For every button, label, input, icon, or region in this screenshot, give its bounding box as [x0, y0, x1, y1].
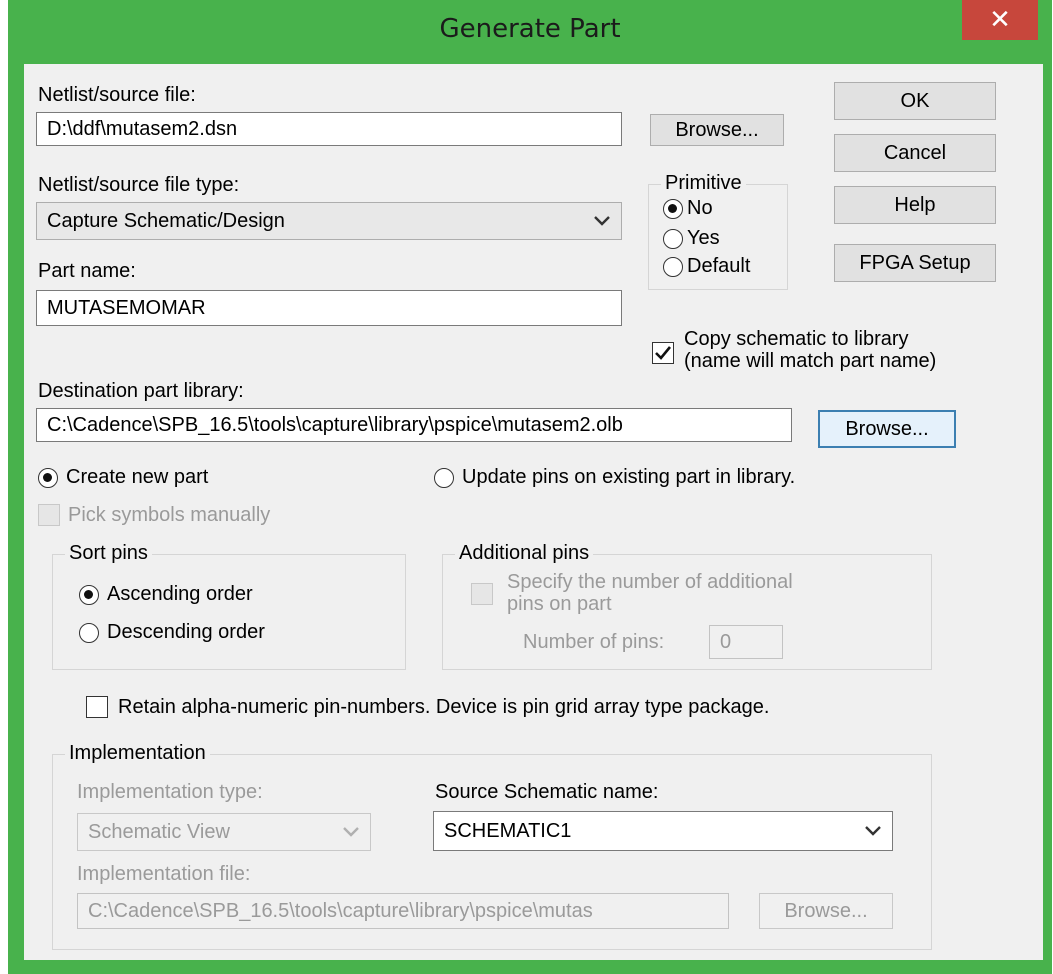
implementation-type-select[interactable]: Schematic View	[77, 813, 371, 851]
implementation-file-label: Implementation file:	[77, 863, 251, 885]
source-schematic-label: Source Schematic name:	[435, 781, 659, 803]
specify-pins-label: Specify the number of additional pins on…	[507, 571, 793, 615]
additional-pins-group: Additional pins Specify the number of ad…	[442, 542, 932, 670]
create-new-part-label: Create new part	[66, 466, 209, 488]
sort-pins-title: Sort pins	[65, 542, 152, 565]
primitive-no-label: No	[687, 197, 713, 219]
primitive-default-radio[interactable]	[663, 257, 683, 277]
implementation-file-input[interactable]: C:\Cadence\SPB_16.5\tools\capture\librar…	[77, 893, 729, 929]
part-name-label: Part name:	[38, 260, 136, 282]
primitive-title: Primitive	[661, 172, 746, 195]
number-of-pins-input[interactable]: 0	[709, 625, 783, 659]
dialog-body: Netlist/source file: D:\ddf\mutasem2.dsn…	[24, 64, 1043, 960]
primitive-yes-label: Yes	[687, 227, 720, 249]
filetype-value: Capture Schematic/Design	[47, 209, 285, 232]
implementation-browse-button[interactable]: Browse...	[759, 893, 893, 929]
dialog-title: Generate Part	[439, 14, 621, 44]
source-schematic-select[interactable]: SCHEMATIC1	[433, 811, 893, 851]
destination-value: C:\Cadence\SPB_16.5\tools\capture\librar…	[47, 413, 623, 436]
ascending-order-radio[interactable]	[79, 585, 99, 605]
copy-schematic-checkbox[interactable]	[652, 342, 674, 364]
primitive-no-radio[interactable]	[663, 199, 683, 219]
specify-pins-checkbox[interactable]	[471, 583, 493, 605]
specify-pins-line1: Specify the number of additional	[507, 571, 793, 593]
primitive-yes-radio[interactable]	[663, 229, 683, 249]
pick-symbols-checkbox[interactable]	[38, 504, 60, 526]
copy-schematic-label: Copy schematic to library (name will mat…	[684, 328, 936, 372]
chevron-down-icon	[865, 826, 881, 836]
update-pins-label: Update pins on existing part in library.	[462, 466, 796, 488]
implementation-group: Implementation Implementation type: Sche…	[52, 742, 932, 950]
chevron-down-icon	[594, 216, 610, 226]
help-button[interactable]: Help	[834, 186, 996, 224]
retain-alphanumeric-checkbox[interactable]	[86, 696, 108, 718]
implementation-type-value: Schematic View	[88, 820, 230, 843]
netlist-input[interactable]: D:\ddf\mutasem2.dsn	[36, 112, 622, 146]
descending-order-label: Descending order	[107, 621, 265, 643]
source-schematic-value: SCHEMATIC1	[444, 819, 572, 842]
chevron-down-icon	[343, 827, 359, 837]
number-of-pins-label: Number of pins:	[523, 631, 665, 653]
number-of-pins-value: 0	[720, 630, 732, 653]
implementation-title: Implementation	[65, 742, 210, 765]
sort-pins-group: Sort pins Ascending order Descending ord…	[52, 542, 406, 670]
pick-symbols-label: Pick symbols manually	[68, 504, 271, 526]
title-bar[interactable]: Generate Part ✕	[8, 0, 1052, 64]
descending-order-radio[interactable]	[79, 623, 99, 643]
cancel-button[interactable]: Cancel	[834, 134, 996, 172]
netlist-label: Netlist/source file:	[38, 84, 196, 106]
copy-schematic-line1: Copy schematic to library	[684, 328, 909, 350]
update-pins-radio[interactable]	[434, 468, 454, 488]
part-name-input[interactable]: MUTASEMOMAR	[36, 290, 622, 326]
primitive-default-label: Default	[687, 255, 751, 277]
destination-input[interactable]: C:\Cadence\SPB_16.5\tools\capture\librar…	[36, 408, 792, 442]
specify-pins-line2: pins on part	[507, 593, 612, 615]
destination-browse-button[interactable]: Browse...	[818, 410, 956, 448]
netlist-value: D:\ddf\mutasem2.dsn	[47, 117, 238, 140]
create-new-part-radio[interactable]	[38, 468, 58, 488]
primitive-group: Primitive No Yes Default	[648, 172, 788, 290]
checkmark-icon	[655, 346, 672, 360]
ok-button[interactable]: OK	[834, 82, 996, 120]
close-button[interactable]: ✕	[962, 0, 1038, 40]
fpga-setup-button[interactable]: FPGA Setup	[834, 244, 996, 282]
filetype-label: Netlist/source file type:	[38, 174, 240, 196]
implementation-file-value: C:\Cadence\SPB_16.5\tools\capture\librar…	[88, 899, 593, 922]
ascending-order-label: Ascending order	[107, 583, 253, 605]
implementation-type-label: Implementation type:	[77, 781, 263, 803]
destination-label: Destination part library:	[38, 380, 244, 402]
close-icon: ✕	[989, 5, 1011, 35]
copy-schematic-line2: (name will match part name)	[684, 350, 937, 372]
dialog-window: Generate Part ✕ Netlist/source file: D:\…	[8, 0, 1052, 974]
additional-pins-title: Additional pins	[455, 542, 594, 565]
netlist-browse-button[interactable]: Browse...	[650, 114, 784, 146]
filetype-select[interactable]: Capture Schematic/Design	[36, 202, 622, 240]
part-name-value: MUTASEMOMAR	[47, 296, 206, 319]
retain-alphanumeric-label: Retain alpha-numeric pin-numbers. Device…	[118, 696, 770, 718]
